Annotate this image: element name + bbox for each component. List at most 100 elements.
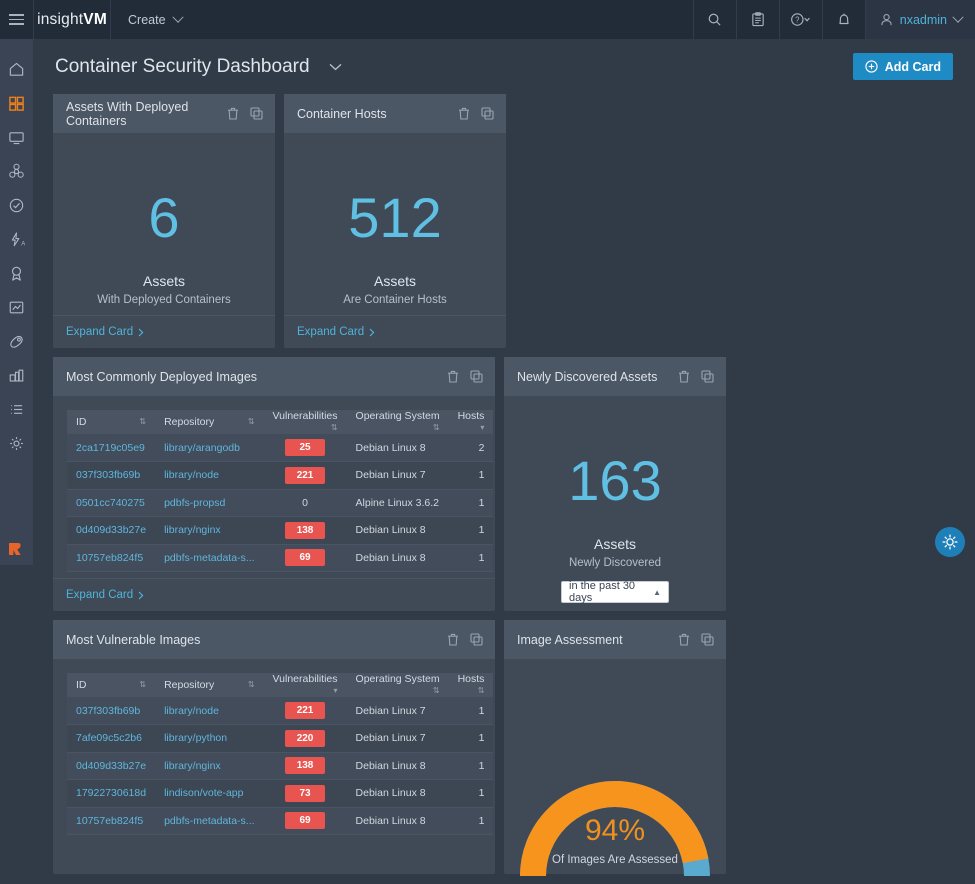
table-row[interactable]: 10757eb824f5 pdbfs-metadata-s... 69 Debi… [67, 807, 493, 835]
delete-card-button[interactable] [447, 370, 459, 383]
cell-id[interactable]: 10757eb824f5 [67, 807, 155, 835]
search-button[interactable] [693, 0, 736, 39]
cell-repository[interactable]: lindison/vote-app [155, 780, 263, 808]
dashboard-grid: Assets With Deployed Containers [33, 94, 975, 874]
card-header-actions [678, 633, 714, 646]
cell-repository[interactable]: pdbfs-metadata-s... [155, 807, 263, 835]
expand-card-button[interactable]: Expand Card [66, 589, 144, 601]
cell-id[interactable]: 10757eb824f5 [67, 544, 155, 572]
column-header-operating-system[interactable]: Operating System⇅ [347, 410, 449, 434]
most-vulnerable-table: ID⇅ Repository⇅ Vulnerabilities▾ Operati… [67, 673, 493, 835]
sidebar-item-reports[interactable] [0, 290, 33, 324]
reports-button[interactable] [736, 0, 779, 39]
chart-box-icon [8, 299, 25, 316]
date-range-select[interactable]: in the past 30 days ▲ [561, 581, 669, 603]
column-header-repository[interactable]: Repository ⇅ [155, 410, 263, 434]
table-row[interactable]: 7afe09c5c2b6 library/python 220 Debian L… [67, 725, 493, 753]
sidebar-item-vulnerabilities[interactable] [0, 154, 33, 188]
expand-card-button[interactable]: Expand Card [297, 326, 375, 338]
duplicate-card-button[interactable] [470, 370, 483, 383]
table-row[interactable]: 0d409d33b27e library/nginx 138 Debian Li… [67, 752, 493, 780]
delete-card-button[interactable] [678, 370, 690, 383]
sidebar-item-tags[interactable] [0, 324, 33, 358]
column-header-hosts[interactable]: Hosts▾ [449, 410, 494, 434]
cell-repository[interactable]: pdbfs-propsd [155, 489, 263, 517]
card-body: 6 Assets With Deployed Containers [53, 133, 275, 315]
hamburger-icon [9, 11, 24, 28]
cell-vulnerabilities: 73 [264, 780, 347, 808]
cell-hosts: 1 [449, 489, 494, 517]
column-header-vulnerabilities[interactable]: Vulnerabilities▾ [264, 673, 347, 697]
check-circle-icon [8, 197, 25, 214]
cell-repository[interactable]: library/node [155, 462, 263, 490]
sidebar-item-automation[interactable]: A [0, 222, 33, 256]
duplicate-card-button[interactable] [701, 370, 714, 383]
sort-icon: ⇅ [248, 416, 255, 428]
column-header-hosts[interactable]: Hosts⇅ [449, 673, 494, 697]
duplicate-card-button[interactable] [470, 633, 483, 646]
column-header-id[interactable]: ID⇅ [67, 410, 155, 434]
column-header-operating-system[interactable]: Operating System⇅ [347, 673, 449, 697]
column-header-id[interactable]: ID⇅ [67, 673, 155, 697]
vulnerability-badge: 73 [285, 785, 325, 802]
add-card-button[interactable]: Add Card [853, 53, 953, 80]
trash-icon [678, 370, 690, 383]
cell-id[interactable]: 2ca1719c05e9 [67, 434, 155, 462]
cell-id[interactable]: 17922730618d [67, 780, 155, 808]
table-row[interactable]: 037f303fb69b library/node 221 Debian Lin… [67, 462, 493, 490]
sidebar-item-containers[interactable] [0, 358, 33, 392]
table-row[interactable]: 0d409d33b27e library/nginx 138 Debian Li… [67, 517, 493, 545]
notifications-button[interactable] [822, 0, 865, 39]
create-menu[interactable]: Create [111, 0, 199, 39]
hamburger-menu-button[interactable] [0, 0, 33, 39]
vulnerability-badge: 25 [285, 439, 325, 456]
column-header-repository[interactable]: Repository⇅ [155, 673, 263, 697]
cell-id[interactable]: 7afe09c5c2b6 [67, 725, 155, 753]
duplicate-card-button[interactable] [481, 107, 494, 120]
cell-repository[interactable]: library/python [155, 725, 263, 753]
dashboard-switcher-button[interactable] [329, 58, 342, 76]
table-row[interactable]: 2ca1719c05e9 library/arangodb 25 Debian … [67, 434, 493, 462]
column-label: Repository [164, 416, 214, 428]
sidebar-item-dashboard[interactable] [0, 86, 33, 120]
main-content: Container Security Dashboard Add Card As… [33, 39, 975, 565]
cell-repository[interactable]: library/node [155, 697, 263, 725]
cell-id[interactable]: 0d409d33b27e [67, 752, 155, 780]
delete-card-button[interactable] [227, 107, 239, 120]
table-row[interactable]: 17922730618d lindison/vote-app 73 Debian… [67, 780, 493, 808]
expand-card-button[interactable]: Expand Card [66, 326, 144, 338]
delete-card-button[interactable] [447, 633, 459, 646]
sidebar-item-policies[interactable] [0, 392, 33, 426]
table-row[interactable]: 10757eb824f5 pdbfs-metadata-s... 69 Debi… [67, 544, 493, 572]
cell-repository[interactable]: library/nginx [155, 752, 263, 780]
delete-card-button[interactable] [458, 107, 470, 120]
cell-repository[interactable]: library/nginx [155, 517, 263, 545]
sort-icon: ⇅ [478, 685, 485, 697]
delete-card-button[interactable] [678, 633, 690, 646]
sidebar-item-validations[interactable] [0, 188, 33, 222]
cell-repository[interactable]: pdbfs-metadata-s... [155, 544, 263, 572]
cell-id[interactable]: 037f303fb69b [67, 697, 155, 725]
table-header-row: ID⇅ Repository ⇅ Vulnerabilities⇅ Operati… [67, 410, 493, 434]
rapid7-logo [0, 532, 33, 565]
cell-os: Debian Linux 8 [347, 780, 449, 808]
cell-id[interactable]: 037f303fb69b [67, 462, 155, 490]
user-menu[interactable]: nxadmin [865, 0, 975, 39]
duplicate-card-button[interactable] [701, 633, 714, 646]
cell-id[interactable]: 0501cc740275 [67, 489, 155, 517]
sidebar-item-administration[interactable] [0, 426, 33, 460]
sidebar-item-home[interactable] [0, 52, 33, 86]
help-widget-button[interactable] [935, 527, 965, 557]
search-icon [707, 12, 722, 27]
sidebar-item-goals-and-slas[interactable] [0, 256, 33, 290]
containers-blocks-icon [8, 367, 25, 384]
table-row[interactable]: 0501cc740275 pdbfs-propsd 0 Alpine Linux… [67, 489, 493, 517]
column-header-vulnerabilities[interactable]: Vulnerabilities⇅ [264, 410, 347, 434]
page-header: Container Security Dashboard Add Card [33, 39, 975, 94]
sidebar-item-assets[interactable] [0, 120, 33, 154]
help-button[interactable]: ? [779, 0, 822, 39]
cell-repository[interactable]: library/arangodb [155, 434, 263, 462]
cell-id[interactable]: 0d409d33b27e [67, 517, 155, 545]
table-row[interactable]: 037f303fb69b library/node 221 Debian Lin… [67, 697, 493, 725]
duplicate-card-button[interactable] [250, 107, 263, 120]
